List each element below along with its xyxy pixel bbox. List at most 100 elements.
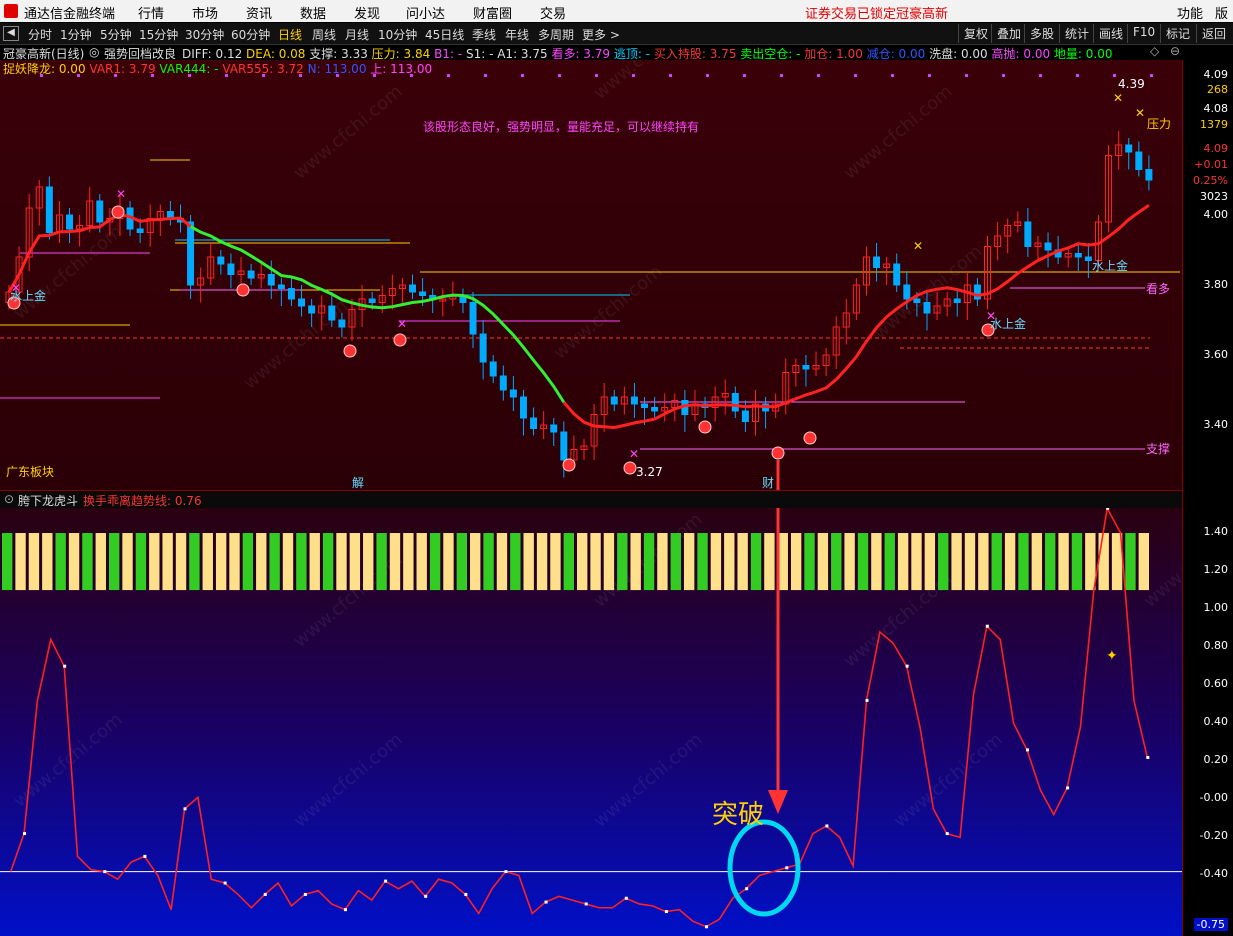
menu-item-news[interactable]: 资讯 bbox=[246, 3, 272, 22]
draw-line-button[interactable]: 画线 bbox=[1093, 24, 1128, 43]
indicator-value: VAR555: 3.72 bbox=[222, 62, 308, 76]
buy-mark-icon: ✕ bbox=[629, 447, 639, 461]
indicator-value: 支撑: 3.33 bbox=[309, 47, 372, 61]
candle-body bbox=[923, 302, 931, 314]
menu-item-function[interactable]: 功能 bbox=[1177, 3, 1203, 22]
candle-body bbox=[247, 270, 255, 279]
return-button[interactable]: 返回 bbox=[1196, 24, 1231, 43]
period-tab[interactable]: 30分钟 bbox=[185, 26, 224, 43]
sell-mark-icon: ✕ bbox=[1135, 106, 1145, 120]
candle-body bbox=[519, 396, 527, 419]
signal-bar bbox=[831, 533, 842, 591]
line-point bbox=[424, 894, 428, 898]
signal-bar bbox=[229, 533, 240, 591]
watermark: www.cfchi.com bbox=[840, 81, 957, 184]
main-price-chart[interactable]: www.cfchi.com www.cfchi.com www.cfchi.com w… bbox=[0, 60, 1182, 490]
sub-axis-tick: -0.00 bbox=[1199, 791, 1228, 805]
line-point bbox=[63, 664, 67, 668]
diamond-icon[interactable]: ◇ bbox=[1150, 44, 1159, 58]
tick-marker bbox=[965, 74, 968, 77]
low-price-label: 3.27 bbox=[636, 465, 663, 479]
stats-button[interactable]: 统计 bbox=[1059, 24, 1094, 43]
collapse-icon[interactable]: ◎ bbox=[89, 45, 99, 59]
period-tab[interactable]: 分时 bbox=[28, 26, 52, 43]
candle-body bbox=[651, 407, 659, 412]
menu-item-data[interactable]: 数据 bbox=[300, 3, 326, 22]
period-tab[interactable]: 年线 bbox=[505, 26, 529, 43]
tick-marker bbox=[854, 74, 857, 77]
period-tab[interactable]: 月线 bbox=[345, 26, 369, 43]
indicator-value: DEA: 0.08 bbox=[246, 47, 310, 61]
butterfly-icon: ✦ bbox=[1106, 648, 1118, 664]
axis-price: 4.09 bbox=[1203, 68, 1229, 81]
top-menu-bar: 通达信金融终端 行情 市场 资讯 数据 发现 问小达 财富圈 交易 证券交易已锁… bbox=[0, 0, 1233, 41]
signal-bar bbox=[844, 533, 855, 591]
candle-body bbox=[287, 288, 295, 300]
period-tab[interactable]: 1分钟 bbox=[60, 26, 92, 43]
candle-body bbox=[217, 256, 225, 265]
candle-body bbox=[338, 319, 346, 328]
candle-body bbox=[873, 256, 881, 268]
overlay-button[interactable]: 叠加 bbox=[991, 24, 1026, 43]
line-point bbox=[384, 879, 388, 883]
back-arrow-icon[interactable]: ◀ bbox=[3, 26, 19, 41]
signal-bar bbox=[349, 533, 361, 591]
menu-item-market[interactable]: 市场 bbox=[192, 3, 218, 22]
period-tab[interactable]: 季线 bbox=[472, 26, 496, 43]
signal-bar bbox=[536, 533, 548, 591]
tick-marker bbox=[891, 74, 894, 77]
period-tab-more[interactable]: 更多 > bbox=[582, 26, 620, 43]
period-tab[interactable]: 45日线 bbox=[425, 26, 464, 43]
line-point bbox=[1066, 786, 1070, 790]
f10-button[interactable]: F10 bbox=[1127, 24, 1160, 43]
mark-button[interactable]: 标记 bbox=[1160, 24, 1195, 43]
candle-body bbox=[509, 389, 517, 398]
candle-body bbox=[530, 417, 538, 429]
indicator-value: S1: - bbox=[465, 47, 498, 61]
sub-chart-title[interactable]: 胯下龙虎斗 bbox=[18, 492, 78, 509]
indicator-value: B1: - bbox=[434, 47, 466, 61]
menu-item-trade[interactable]: 交易 bbox=[540, 3, 566, 22]
sector-label[interactable]: 广东板块 bbox=[6, 463, 54, 480]
indicator-values-2: 捉妖降龙: 0.00 VAR1: 3.79 VAR444: - VAR555: … bbox=[3, 60, 432, 77]
sub-chart-header: ⊙ 胯下龙虎斗 换手乖离趋势线: 0.76 bbox=[0, 490, 1182, 509]
axis-change: +0.01 bbox=[1194, 158, 1228, 171]
signal-ball-icon bbox=[562, 458, 576, 472]
signal-bar bbox=[804, 533, 815, 591]
adjust-button[interactable]: 复权 bbox=[958, 24, 993, 43]
sub-collapse-icon[interactable]: ⊙ bbox=[4, 492, 14, 506]
signal-ball-icon bbox=[343, 344, 357, 358]
menu-item-discover[interactable]: 发现 bbox=[354, 3, 380, 22]
watermark: www.cfchi.com bbox=[590, 729, 707, 832]
period-tab[interactable]: 15分钟 bbox=[139, 26, 178, 43]
period-tab-active[interactable]: 日线 bbox=[278, 26, 302, 43]
period-tab[interactable]: 10分钟 bbox=[378, 26, 417, 43]
signal-bar bbox=[269, 533, 280, 591]
signal-bar bbox=[871, 533, 882, 591]
candle-body bbox=[1135, 151, 1143, 170]
signal-bar bbox=[1098, 533, 1109, 591]
tick-marker bbox=[1039, 74, 1042, 77]
signal-bar bbox=[336, 533, 347, 591]
sub-indicator-chart[interactable]: www.cfchi.com www.cfchi.com www.cfchi.com w… bbox=[0, 508, 1182, 936]
menu-item-ask[interactable]: 问小达 bbox=[406, 3, 445, 22]
period-tab[interactable]: 周线 bbox=[312, 26, 336, 43]
line-point bbox=[504, 870, 508, 874]
signal-bar bbox=[1031, 533, 1043, 591]
menu-item-wealth-circle[interactable]: 财富圈 bbox=[473, 3, 512, 22]
period-tab[interactable]: 60分钟 bbox=[231, 26, 270, 43]
indicator-value: 卖出空仓: - bbox=[740, 47, 805, 61]
multi-stock-button[interactable]: 多股 bbox=[1024, 24, 1059, 43]
buy-mark-icon: ✕ bbox=[986, 309, 996, 323]
signal-bar bbox=[1004, 533, 1016, 591]
signal-bar bbox=[550, 533, 561, 591]
toggle-icon[interactable]: ⊖ bbox=[1170, 44, 1180, 58]
menu-item-quotes[interactable]: 行情 bbox=[138, 3, 164, 22]
line-point bbox=[1106, 508, 1110, 510]
signal-bar bbox=[403, 533, 414, 591]
period-tab[interactable]: 多周期 bbox=[538, 26, 574, 43]
period-tab[interactable]: 5分钟 bbox=[100, 26, 132, 43]
axis-current-value: -0.75 bbox=[1193, 918, 1228, 931]
candle-body bbox=[489, 361, 497, 377]
trade-lock-status: 证券交易已锁定 bbox=[805, 7, 897, 22]
